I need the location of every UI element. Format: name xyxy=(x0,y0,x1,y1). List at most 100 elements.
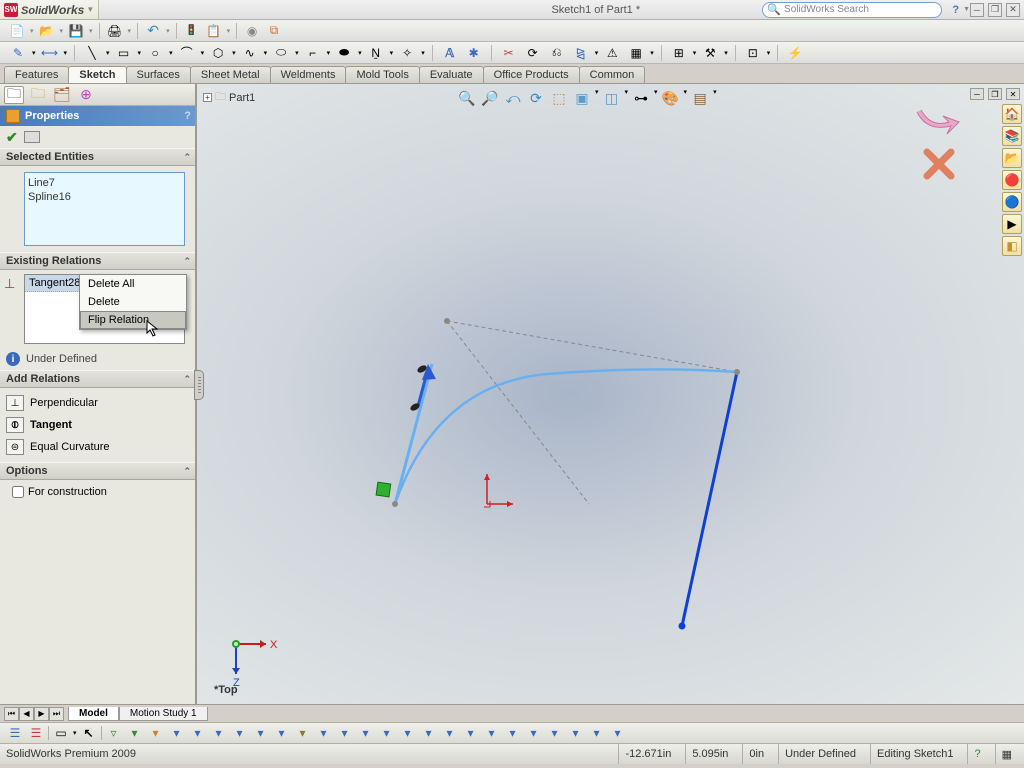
options-header[interactable]: Options ⌃ xyxy=(0,462,195,480)
text-icon[interactable]: 𝔸 xyxy=(440,44,460,62)
list-item[interactable]: Line7 xyxy=(28,176,181,190)
tab-first[interactable]: ⏮ xyxy=(4,707,19,721)
f16[interactable]: ▾ xyxy=(399,724,417,742)
minimize-button[interactable]: ─ xyxy=(970,3,984,17)
f10[interactable]: ▾ xyxy=(273,724,291,742)
config-tab[interactable]: 🗂 xyxy=(52,86,72,104)
pattern-icon[interactable]: ⚠ xyxy=(602,44,622,62)
circle-icon[interactable]: ○ xyxy=(145,44,165,62)
f21[interactable]: ▾ xyxy=(504,724,522,742)
line-icon[interactable]: ╲ xyxy=(82,44,102,62)
resources-icon[interactable]: 🏠 xyxy=(1002,104,1022,124)
tab-model[interactable]: Model xyxy=(68,707,119,721)
filter-vertex-icon[interactable]: ▿ xyxy=(105,724,123,742)
open-icon[interactable]: 📂 xyxy=(38,22,56,40)
appearances-icon[interactable]: 🔵 xyxy=(1002,192,1022,212)
f20[interactable]: ▾ xyxy=(483,724,501,742)
ellipse-icon[interactable]: ⬭ xyxy=(271,44,291,62)
view-palette-icon[interactable]: 🔴 xyxy=(1002,170,1022,190)
save-icon[interactable]: 💾 xyxy=(67,22,85,40)
for-construction-checkbox[interactable]: For construction xyxy=(12,486,183,498)
smart-dim-icon[interactable]: ⟷ xyxy=(40,44,60,62)
display-icon[interactable]: ⊞ xyxy=(669,44,689,62)
filter-toggle-icon[interactable]: ☰ xyxy=(6,724,24,742)
add-equal-curvature[interactable]: ⊜ Equal Curvature xyxy=(6,436,189,458)
convert-icon[interactable]: ⟳ xyxy=(523,44,543,62)
rebuild-icon[interactable]: ? xyxy=(967,744,986,764)
add-perpendicular[interactable]: ⊥ Perpendicular xyxy=(6,392,189,414)
offset-icon[interactable]: ⎌ xyxy=(547,44,567,62)
menu-delete[interactable]: Delete xyxy=(80,293,186,311)
f12[interactable]: ▾ xyxy=(315,724,333,742)
unit-icon[interactable]: ▦ xyxy=(995,744,1018,764)
dim-tab[interactable]: ⊕ xyxy=(76,86,96,104)
f25[interactable]: ▾ xyxy=(588,724,606,742)
tab-weldments[interactable]: Weldments xyxy=(270,66,347,83)
misc-icon[interactable]: ◉ xyxy=(243,22,261,40)
new-icon[interactable]: 📄 xyxy=(8,22,26,40)
selected-entities-list[interactable]: Line7 Spline16 xyxy=(24,172,185,246)
add-tangent[interactable]: ⦶ Tangent xyxy=(6,414,189,436)
repair-icon[interactable]: ⚒ xyxy=(700,44,720,62)
close-button[interactable]: ✕ xyxy=(1006,3,1020,17)
f7[interactable]: ▾ xyxy=(210,724,228,742)
search-input[interactable] xyxy=(784,4,937,15)
graphics-viewport[interactable]: ─ ❐ ✕ + 🗀 Part1 🔍 🔎 ⤺ ⟳ ⬚ ▣▾ ◫▾ ⊶▾ 🎨▾ ▤▾ xyxy=(197,84,1024,704)
fillet-icon[interactable]: ⌐ xyxy=(303,44,323,62)
feature-tree-tab[interactable]: 🗀 xyxy=(4,86,24,104)
polygon-icon[interactable]: ⬡ xyxy=(208,44,228,62)
cursor-icon[interactable]: ↖ xyxy=(80,724,98,742)
print-icon[interactable]: 🖨 xyxy=(106,22,124,40)
select-icon[interactable]: ▭ xyxy=(52,724,70,742)
tab-next[interactable]: ▶ xyxy=(34,707,49,721)
arc-icon[interactable]: ⌒ xyxy=(177,44,197,62)
f22[interactable]: ▾ xyxy=(525,724,543,742)
tab-moldtools[interactable]: Mold Tools xyxy=(345,66,419,83)
move-icon[interactable]: ▦ xyxy=(626,44,646,62)
search-box[interactable]: 🔍 xyxy=(762,2,942,18)
sketch-icon[interactable]: ✎ xyxy=(8,44,28,62)
f26[interactable]: ▾ xyxy=(609,724,627,742)
f8[interactable]: ▾ xyxy=(231,724,249,742)
f13[interactable]: ▾ xyxy=(336,724,354,742)
help-icon[interactable]: ? xyxy=(948,4,963,16)
help-button[interactable]: ? xyxy=(184,110,191,122)
property-tab[interactable]: 🗀 xyxy=(28,86,48,104)
tile-icon[interactable]: ⧉ xyxy=(265,22,283,40)
custom-props-icon[interactable]: ▶ xyxy=(1002,214,1022,234)
tab-sheetmetal[interactable]: Sheet Metal xyxy=(190,66,271,83)
spline2-icon[interactable]: Ṉ xyxy=(366,44,386,62)
menu-delete-all[interactable]: Delete All xyxy=(80,275,186,293)
options-icon[interactable]: 📋 xyxy=(205,22,223,40)
design-lib-icon[interactable]: 📚 xyxy=(1002,126,1022,146)
f9[interactable]: ▾ xyxy=(252,724,270,742)
tab-office[interactable]: Office Products xyxy=(483,66,580,83)
restore-button[interactable]: ❐ xyxy=(988,3,1002,17)
rapid-icon[interactable]: ⚡ xyxy=(785,44,805,62)
rect-icon[interactable]: ▭ xyxy=(114,44,134,62)
selected-entities-header[interactable]: Selected Entities ⌃ xyxy=(0,148,195,166)
filter-face-icon[interactable]: ▾ xyxy=(147,724,165,742)
ok-button[interactable]: ✔ xyxy=(6,129,18,146)
tab-sketch[interactable]: Sketch xyxy=(68,66,126,83)
traffic-light-icon[interactable]: 🚦 xyxy=(183,22,201,40)
tab-common[interactable]: Common xyxy=(579,66,646,83)
f6[interactable]: ▾ xyxy=(189,724,207,742)
menu-flip-relation[interactable]: Flip Relation xyxy=(80,311,186,329)
slot-icon[interactable]: ⬬ xyxy=(334,44,354,62)
add-relations-header[interactable]: Add Relations ⌃ xyxy=(0,370,195,388)
pushpin-button[interactable] xyxy=(24,131,40,143)
f14[interactable]: ▾ xyxy=(357,724,375,742)
point-icon[interactable]: ✧ xyxy=(397,44,417,62)
f11[interactable]: ▾ xyxy=(294,724,312,742)
tab-motion-study[interactable]: Motion Study 1 xyxy=(119,707,208,721)
f15[interactable]: ▾ xyxy=(378,724,396,742)
existing-relations-header[interactable]: Existing Relations ⌃ xyxy=(0,252,195,270)
list-item[interactable]: Spline16 xyxy=(28,190,181,204)
tab-prev[interactable]: ◀ xyxy=(19,707,34,721)
f23[interactable]: ▾ xyxy=(546,724,564,742)
tab-last[interactable]: ⏭ xyxy=(49,707,64,721)
undo-icon[interactable]: ↶ xyxy=(144,22,162,40)
more-icon[interactable]: ◧ xyxy=(1002,236,1022,256)
f17[interactable]: ▾ xyxy=(420,724,438,742)
